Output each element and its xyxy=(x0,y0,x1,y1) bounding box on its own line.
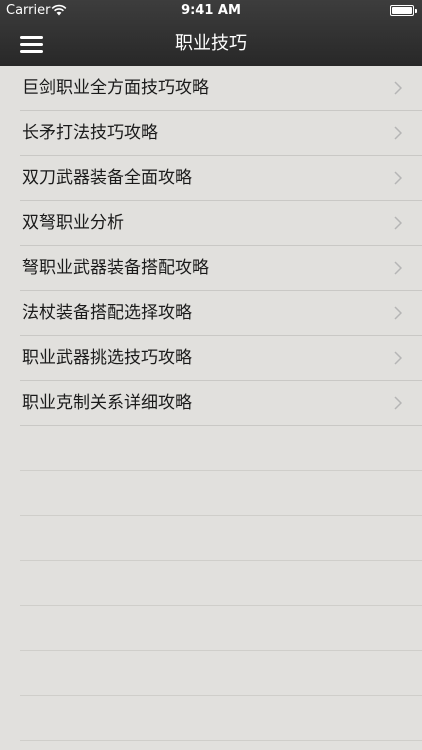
chevron-right-icon xyxy=(394,81,402,95)
chevron-right-icon xyxy=(394,306,402,320)
empty-row-separator xyxy=(20,651,422,696)
chevron-right-icon xyxy=(394,351,402,365)
navigation-bar: 职业技巧 xyxy=(0,22,422,66)
empty-row-separator xyxy=(20,471,422,516)
top-bar: Carrier 9:41 AM 职业技巧 xyxy=(0,0,422,66)
list-item[interactable]: 双刀武器装备全面攻略 xyxy=(20,156,422,201)
list-item[interactable]: 职业克制关系详细攻略 xyxy=(20,381,422,426)
list-item-label: 巨剑职业全方面技巧攻略 xyxy=(22,78,209,98)
list-item-label: 职业克制关系详细攻略 xyxy=(22,393,192,413)
list-item[interactable]: 长矛打法技巧攻略 xyxy=(20,111,422,156)
chevron-right-icon xyxy=(394,261,402,275)
empty-row-separator xyxy=(20,561,422,606)
chevron-right-icon xyxy=(394,171,402,185)
list-item[interactable]: 双弩职业分析 xyxy=(20,201,422,246)
chevron-right-icon xyxy=(394,396,402,410)
status-bar: Carrier 9:41 AM xyxy=(0,0,422,22)
list-item[interactable]: 巨剑职业全方面技巧攻略 xyxy=(20,66,422,111)
list-item[interactable]: 职业武器挑选技巧攻略 xyxy=(20,336,422,381)
page-title: 职业技巧 xyxy=(175,33,247,54)
list-item-label: 双弩职业分析 xyxy=(22,213,124,233)
list-item[interactable]: 弩职业武器装备搭配攻略 xyxy=(20,246,422,291)
list-item-label: 双刀武器装备全面攻略 xyxy=(22,168,192,188)
chevron-right-icon xyxy=(394,216,402,230)
status-time: 9:41 AM xyxy=(181,3,241,18)
list-item-label: 长矛打法技巧攻略 xyxy=(22,123,158,143)
list-item[interactable]: 法杖装备搭配选择攻略 xyxy=(20,291,422,336)
empty-row-separator xyxy=(20,606,422,651)
empty-row-separator xyxy=(20,516,422,561)
list-item-label: 法杖装备搭配选择攻略 xyxy=(22,303,192,323)
empty-row-separator xyxy=(20,696,422,741)
empty-row-separator xyxy=(20,426,422,471)
list-item-label: 职业武器挑选技巧攻略 xyxy=(22,348,192,368)
battery-icon xyxy=(390,5,417,16)
article-list: 巨剑职业全方面技巧攻略 长矛打法技巧攻略 双刀武器装备全面攻略 双弩职业分析 弩… xyxy=(0,66,422,741)
chevron-right-icon xyxy=(394,126,402,140)
list-item-label: 弩职业武器装备搭配攻略 xyxy=(22,258,209,278)
